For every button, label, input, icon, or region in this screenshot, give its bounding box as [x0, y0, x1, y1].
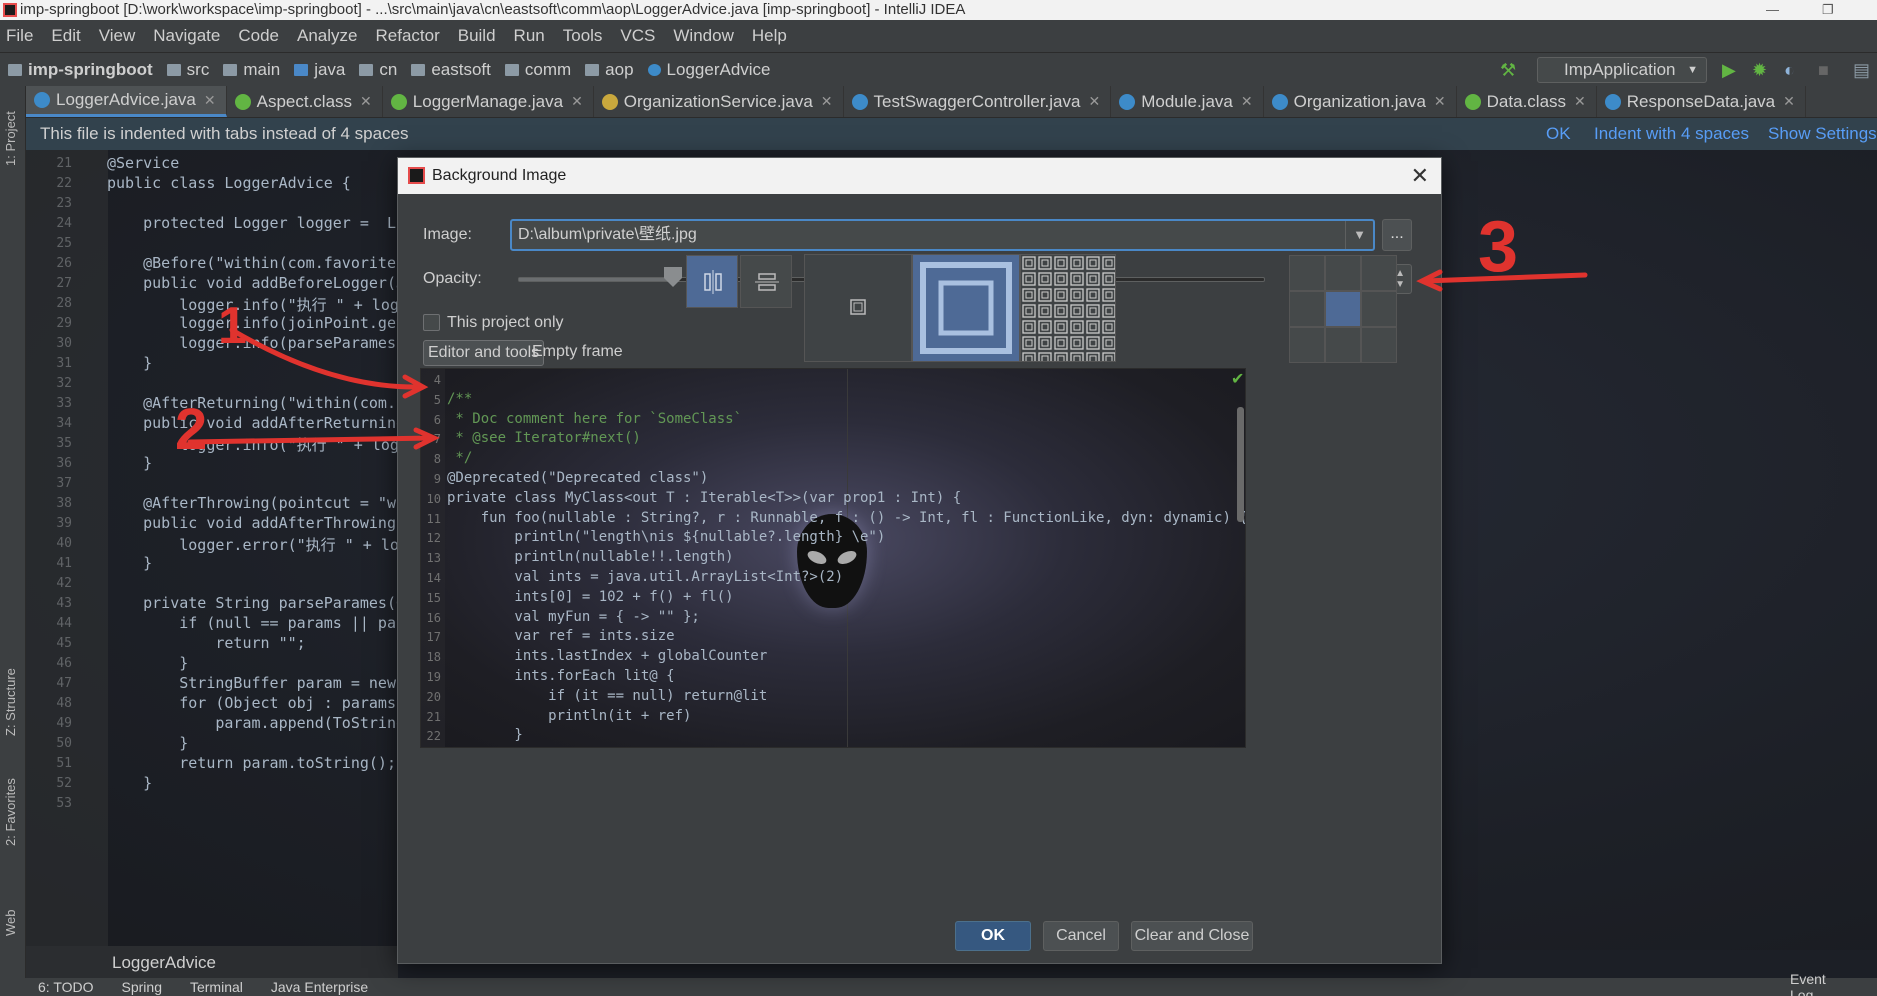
annotation-number-2: 2: [175, 397, 208, 462]
arrow-2: [187, 435, 435, 445]
annotation-overlay: [187, 269, 1588, 450]
arrow-1: [229, 327, 421, 390]
annotation-number-1: 1: [218, 297, 247, 355]
annotation-number-3: 3: [1478, 207, 1519, 287]
